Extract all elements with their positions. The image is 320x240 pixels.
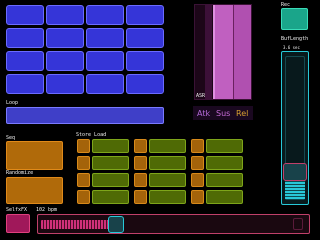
pad[interactable] [46,28,84,48]
randomize-label: Randomize [6,170,34,176]
load-slot[interactable] [206,190,243,204]
store-slot[interactable] [134,190,147,204]
store-slot[interactable] [191,139,204,153]
sustain-label[interactable]: Sus [216,109,230,119]
load-slot[interactable] [149,139,186,153]
loop-bar[interactable] [6,107,164,124]
load-slot[interactable] [206,173,243,187]
release-bar[interactable] [233,5,251,99]
load-slot[interactable] [92,190,129,204]
load-slot[interactable] [92,173,129,187]
load-slot[interactable] [92,156,129,170]
pad[interactable] [46,74,84,94]
pad[interactable] [46,5,84,25]
store-slot[interactable] [77,156,90,170]
pad[interactable] [86,28,124,48]
store-load-grid [77,139,247,207]
pad[interactable] [6,51,44,71]
pad[interactable] [6,28,44,48]
store-load-label: Store Load [76,132,107,138]
pad-grid [6,5,166,97]
store-slot[interactable] [134,156,147,170]
store-slot[interactable] [191,156,204,170]
buflength-slider[interactable] [281,51,309,205]
bpm-slider[interactable] [37,214,310,234]
selfx-button[interactable] [6,214,30,233]
pad[interactable] [46,51,84,71]
attack-bar[interactable] [205,5,212,99]
loop-label: Loop [6,100,19,106]
store-slot[interactable] [77,173,90,187]
bpm-handle[interactable] [108,216,124,233]
bpm-fill [41,220,113,229]
randomize-button[interactable] [6,177,63,204]
pad[interactable] [6,5,44,25]
load-slot[interactable] [149,156,186,170]
rec-button[interactable] [281,8,308,30]
store-slot[interactable] [191,173,204,187]
load-slot[interactable] [92,139,129,153]
load-slot[interactable] [206,156,243,170]
pad[interactable] [6,74,44,94]
attack-label[interactable]: Atk [197,109,210,119]
store-slot[interactable] [134,173,147,187]
release-label[interactable]: Rel [236,109,248,119]
bpm-end-stop [293,218,303,230]
store-slot[interactable] [191,190,204,204]
store-slot[interactable] [77,139,90,153]
asr-envelope-display[interactable] [194,4,252,100]
load-slot[interactable] [149,173,186,187]
sustain-bar[interactable] [213,5,233,99]
pad[interactable] [86,5,124,25]
load-slot[interactable] [149,190,186,204]
buflength-label: BufLength [281,36,309,42]
seq-button[interactable] [6,141,63,170]
store-slot[interactable] [77,190,90,204]
pad[interactable] [86,51,124,71]
pad[interactable] [126,5,164,25]
pad[interactable] [126,74,164,94]
load-slot[interactable] [206,139,243,153]
asr-label: ASR [196,93,206,99]
bpm-label: 102 bpm [36,207,58,213]
pad[interactable] [126,51,164,71]
pad[interactable] [86,74,124,94]
selfx-label: SelfxFX [6,207,28,213]
pad[interactable] [126,28,164,48]
store-slot[interactable] [134,139,147,153]
buflength-handle[interactable] [283,163,307,181]
